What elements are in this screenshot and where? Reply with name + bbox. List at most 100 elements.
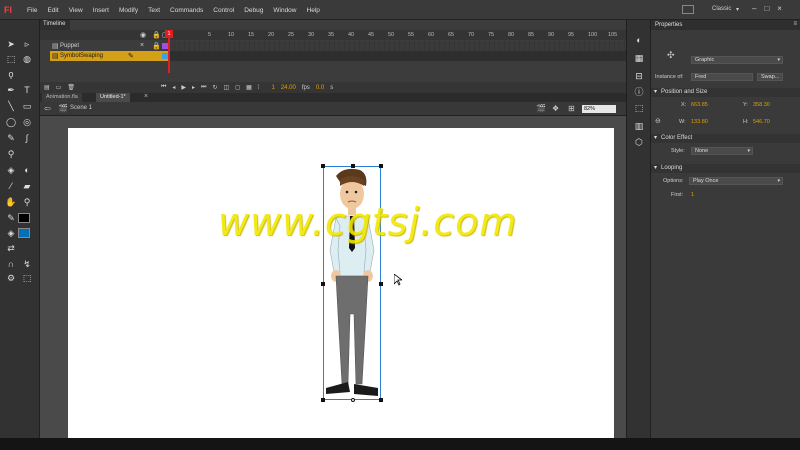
y-value[interactable]: 358.30 — [753, 102, 770, 108]
ink-bottle-tool-icon[interactable]: ◐ — [20, 164, 34, 176]
style-dropdown[interactable]: None — [691, 147, 753, 155]
onion-skin-icon[interactable]: ◫ — [223, 84, 229, 91]
swap-colors-icon[interactable]: ⇄ — [4, 242, 18, 254]
menu-view[interactable]: View — [64, 7, 88, 14]
new-folder-icon[interactable]: ▭ — [56, 84, 62, 91]
frame-rate[interactable]: 24.00 — [281, 85, 296, 91]
library-panel-icon[interactable]: ▥ — [633, 120, 645, 132]
smooth-icon[interactable]: ↯ — [20, 258, 34, 270]
chevron-down-icon[interactable]: ▾ — [736, 6, 739, 13]
panel-menu-icon[interactable]: ≡ — [793, 21, 797, 27]
step-forward-icon[interactable]: ▸ — [192, 84, 195, 91]
menu-text[interactable]: Text — [143, 7, 165, 14]
free-transform-tool-icon[interactable]: ⬚ — [4, 53, 18, 65]
loop-options-dropdown[interactable]: Play Once — [689, 177, 783, 185]
eyedropper-tool-icon[interactable]: ⁄ — [4, 180, 18, 192]
layer-row-puppet[interactable]: ▤ Puppet × 🔒 — [40, 41, 626, 51]
layer-row-symbolswaping[interactable]: SymbolSwaping ▤ ✎ — [40, 51, 626, 61]
play-icon[interactable]: ▶ — [181, 84, 186, 91]
markers-icon[interactable]: ⁞ — [258, 85, 260, 91]
workspace-icon[interactable] — [682, 5, 694, 14]
layer-frames[interactable] — [170, 51, 626, 61]
transform-panel-icon[interactable]: ⬚ — [633, 102, 645, 114]
menu-window[interactable]: Window — [268, 7, 301, 14]
option-icon[interactable]: ⬚ — [20, 272, 34, 284]
lasso-tool-icon[interactable]: ϙ — [4, 68, 18, 80]
hide-layer-icon[interactable]: × — [140, 42, 144, 49]
transform-handle[interactable] — [321, 282, 325, 286]
rectangle-tool-icon[interactable]: ▭ — [20, 100, 34, 112]
close-icon[interactable]: × — [777, 4, 782, 13]
lock-icon[interactable]: 🔒 — [152, 31, 161, 39]
minimize-icon[interactable]: – — [752, 4, 756, 13]
align-panel-icon[interactable]: ⊟ — [633, 70, 645, 82]
first-frame-value[interactable]: 1 — [691, 192, 694, 198]
tab-animation[interactable]: Animation.fla — [42, 93, 82, 102]
hand-tool-icon[interactable]: ✋ — [4, 196, 18, 208]
menu-modify[interactable]: Modify — [114, 7, 143, 14]
layer-frames[interactable] — [170, 41, 626, 51]
timeline-tab[interactable]: Timeline — [40, 20, 70, 30]
tab-untitled[interactable]: Untitled-1* — [96, 93, 130, 102]
menu-file[interactable]: File — [22, 7, 42, 14]
instance-of-field[interactable]: Fred — [691, 73, 753, 81]
layer-name[interactable]: SymbolSwaping — [50, 51, 170, 61]
pen-tool-icon[interactable]: ✒ — [4, 84, 18, 96]
menu-edit[interactable]: Edit — [42, 7, 63, 14]
onion-outline-icon[interactable]: ◻ — [235, 84, 240, 91]
snap-magnet-icon[interactable]: ∩ — [4, 258, 18, 270]
loop-icon[interactable]: ↻ — [212, 84, 217, 91]
looping-header[interactable]: Looping — [651, 164, 800, 173]
edit-scene-icon[interactable]: 🎬 — [536, 104, 546, 113]
link-proportions-icon[interactable]: ⊖ — [655, 117, 661, 125]
transform-handle[interactable] — [321, 398, 325, 402]
h-value[interactable]: 546.70 — [753, 119, 770, 125]
straighten-icon[interactable]: ⚙ — [4, 272, 18, 284]
lock-layer-icon[interactable]: 🔒 — [152, 42, 161, 50]
transform-handle[interactable] — [351, 164, 355, 168]
playhead-frame[interactable]: 1 — [165, 30, 173, 38]
selection-tool-icon[interactable]: ➤ — [4, 38, 18, 50]
pencil-tool-icon[interactable]: ✎ — [4, 132, 18, 144]
text-tool-icon[interactable]: T — [20, 84, 34, 96]
info-panel-icon[interactable]: ⓘ — [633, 86, 645, 98]
close-tab-icon[interactable]: × — [144, 93, 148, 100]
center-stage-icon[interactable]: ⊞ — [568, 104, 575, 113]
3d-rotation-tool-icon[interactable]: ◍ — [20, 53, 34, 65]
menu-help[interactable]: Help — [302, 7, 325, 14]
edit-symbol-icon[interactable]: ❖ — [552, 104, 559, 113]
go-last-icon[interactable]: ⏭ — [201, 84, 206, 91]
transform-handle[interactable] — [379, 164, 383, 168]
back-arrow-icon[interactable]: ⇦ — [44, 104, 51, 113]
maximize-icon[interactable]: □ — [764, 4, 769, 13]
brush-tool-icon[interactable]: ∫ — [20, 132, 34, 144]
zoom-tool-icon[interactable]: ⚲ — [20, 196, 34, 208]
transform-handle[interactable] — [379, 282, 383, 286]
elapsed-time[interactable]: 0.0 — [316, 85, 324, 91]
registration-point[interactable] — [351, 398, 355, 402]
current-frame[interactable]: 1 — [271, 85, 274, 91]
polystar-tool-icon[interactable]: ◎ — [20, 116, 34, 128]
menu-debug[interactable]: Debug — [239, 7, 268, 14]
color-panel-icon[interactable]: ◐ — [633, 34, 645, 46]
oval-tool-icon[interactable]: ◯ — [4, 116, 18, 128]
eye-icon[interactable]: ◉ — [140, 31, 146, 39]
go-first-icon[interactable]: ⏮ — [161, 84, 166, 91]
components-panel-icon[interactable]: ⬡ — [633, 136, 645, 148]
subselection-tool-icon[interactable]: ▹ — [20, 38, 34, 50]
delete-layer-icon[interactable]: 🗑 — [67, 84, 75, 91]
color-effect-header[interactable]: Color Effect — [651, 134, 800, 143]
scene-label[interactable]: Scene 1 — [70, 105, 92, 111]
menu-control[interactable]: Control — [208, 7, 239, 14]
menu-insert[interactable]: Insert — [88, 7, 114, 14]
position-size-header[interactable]: Position and Size — [651, 88, 800, 97]
transform-handle[interactable] — [321, 164, 325, 168]
paint-bucket-tool-icon[interactable]: ◈ — [4, 164, 18, 176]
swatches-panel-icon[interactable]: ▦ — [633, 52, 645, 64]
edit-multiple-icon[interactable]: ▦ — [246, 84, 252, 91]
step-back-icon[interactable]: ◂ — [172, 84, 175, 91]
symbol-type-dropdown[interactable]: Graphic — [691, 56, 783, 64]
zoom-level[interactable]: 82% — [582, 105, 616, 113]
new-layer-icon[interactable]: ▤ — [44, 84, 50, 91]
swap-button[interactable]: Swap... — [757, 73, 783, 81]
